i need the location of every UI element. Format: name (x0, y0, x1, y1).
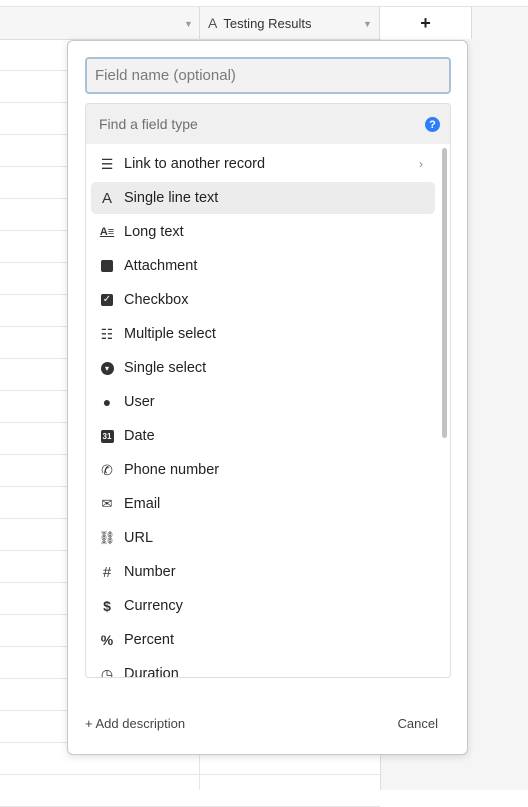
field-type-label: Phone number (124, 462, 220, 478)
scrollbar[interactable] (442, 148, 447, 677)
field-type-label: Single line text (124, 190, 219, 206)
field-type-list: ◷ Duration% Percent $ Currency # Number ⛓ URL ✉ Em… (86, 144, 450, 678)
cancel-button[interactable]: Cancel (398, 716, 438, 731)
field-type-label: Percent (124, 632, 174, 648)
field-type-option[interactable]: ▾ Single select (91, 352, 435, 384)
field-type-option[interactable]: A Single line text (91, 182, 435, 214)
field-type-option[interactable]: 31 Date (91, 420, 435, 452)
popover-footer: + Add description Cancel (85, 711, 450, 735)
help-icon[interactable]: ? (425, 117, 440, 132)
field-type-option[interactable]: Attachment (91, 250, 435, 282)
field-type-option[interactable]: ◷ Duration (91, 658, 435, 678)
field-type-option[interactable]: A≡ Long text (91, 216, 435, 248)
table-row[interactable] (0, 775, 380, 807)
hash-icon: # (102, 563, 112, 581)
calendar-icon: 31 (99, 428, 115, 444)
field-type-label: Checkbox (124, 292, 189, 308)
long-text-icon: A≡ (99, 226, 115, 238)
field-type-label: Number (124, 564, 176, 580)
field-type-label: Currency (124, 598, 183, 614)
field-type-label: Long text (124, 224, 184, 240)
field-type-label: Email (124, 496, 161, 512)
add-field-popover: ? ◷ Duration% Percent $ Currency # Number ⛓ URL ✉… (67, 40, 468, 755)
caret-down-icon[interactable]: ▼ (363, 19, 372, 29)
field-type-option[interactable]: ☰ Link to another record › (91, 148, 435, 180)
field-type-label: Attachment (124, 258, 198, 274)
add-description-button[interactable]: + Add description (85, 716, 185, 731)
field-type-label: Single select (124, 360, 207, 376)
scrollbar-thumb[interactable] (442, 148, 447, 438)
field-type-option[interactable]: ☷ Multiple select (91, 318, 435, 350)
caret-down-icon[interactable]: ▼ (184, 19, 193, 29)
clock-icon: ◷ (100, 665, 114, 678)
field-type-label: Date (124, 428, 155, 444)
envelope-icon: ✉ (101, 496, 113, 511)
field-type-label: User (124, 394, 155, 410)
field-type-option[interactable]: ● User (91, 386, 435, 418)
field-type-label: Duration (124, 666, 179, 678)
column-header-label: Testing Results (223, 15, 312, 31)
field-name-input[interactable] (85, 57, 451, 94)
user-icon: ● (102, 394, 112, 410)
text-a-icon: A (101, 189, 112, 207)
text-a-icon: A (208, 15, 218, 31)
link-record-icon: ☰ (100, 156, 114, 172)
field-type-search-input[interactable] (99, 116, 399, 132)
file-icon (99, 258, 115, 274)
column-header-previous[interactable]: ▼ (0, 7, 200, 39)
add-field-button[interactable]: + (420, 13, 431, 34)
field-type-search: ? (86, 104, 450, 144)
field-type-option[interactable]: # Number (91, 556, 435, 588)
phone-icon: ✆ (101, 461, 113, 478)
field-type-option[interactable]: ⛓ URL (91, 522, 435, 554)
field-type-option[interactable]: ✓ Checkbox (91, 284, 435, 316)
field-type-option[interactable]: ✆ Phone number (91, 454, 435, 486)
field-type-label: Multiple select (124, 326, 216, 342)
field-type-option[interactable]: $ Currency (91, 590, 435, 622)
checkbox-icon: ✓ (101, 294, 113, 306)
field-type-label: URL (124, 530, 154, 546)
grid-header-row: ▼ A Testing Results ▼ + (0, 6, 528, 40)
field-type-panel: ? ◷ Duration% Percent $ Currency # Number ⛓ URL ✉… (85, 103, 451, 678)
dollar-icon: $ (103, 598, 111, 614)
field-type-option[interactable]: % Percent (91, 624, 435, 656)
add-column-cell[interactable]: + (380, 7, 472, 39)
field-type-label: Link to another record (124, 156, 266, 172)
column-header-testing-results[interactable]: A Testing Results ▼ (200, 7, 380, 39)
field-type-option[interactable]: ✉ Email (91, 488, 435, 520)
multi-select-icon: ☷ (100, 325, 114, 342)
url-link-icon: ⛓ (98, 530, 116, 545)
percent-icon: % (100, 632, 114, 648)
single-select-icon: ▾ (99, 360, 115, 376)
chevron-right-icon: › (419, 157, 423, 171)
